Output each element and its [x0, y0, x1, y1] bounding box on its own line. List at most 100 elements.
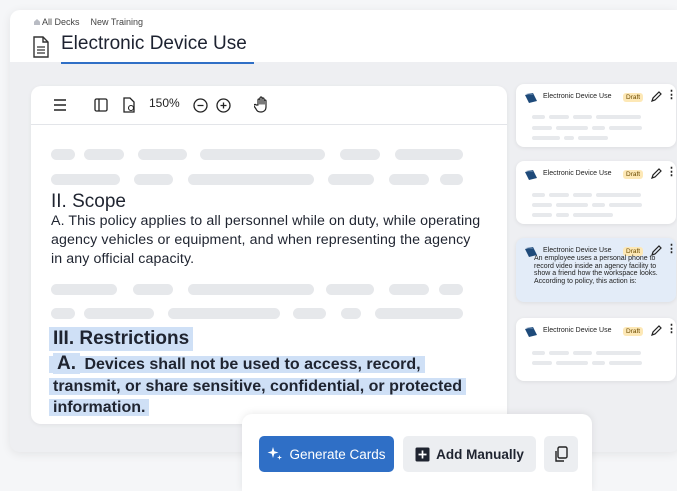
- skeleton-line: [573, 193, 592, 197]
- title-underline: [61, 62, 254, 64]
- skeleton-line: [532, 136, 560, 140]
- generate-cards-label: Generate Cards: [289, 446, 386, 462]
- skeleton-line: [532, 361, 552, 365]
- skeleton-line: [556, 203, 588, 207]
- copy-button[interactable]: [544, 436, 578, 472]
- pencil-icon[interactable]: [650, 168, 662, 180]
- draft-badge: Draft: [623, 93, 644, 102]
- zoom-in-icon[interactable]: [214, 95, 232, 115]
- breadcrumb: All Decks New Training: [34, 17, 143, 27]
- skeleton-line: [592, 203, 605, 207]
- deck-icon: [525, 327, 537, 337]
- restriction-letter: A.: [53, 353, 80, 374]
- skeleton-line: [340, 149, 380, 160]
- skeleton-line: [389, 174, 429, 185]
- add-manually-button[interactable]: Add Manually: [403, 436, 536, 472]
- skeleton-line: [564, 136, 574, 140]
- pencil-icon[interactable]: [650, 91, 662, 103]
- skeleton-line: [549, 351, 569, 355]
- skeleton-line: [592, 361, 605, 365]
- skeleton-line: [532, 115, 545, 119]
- skeleton-line: [134, 174, 173, 185]
- skeleton-line: [609, 361, 642, 365]
- generate-cards-button[interactable]: Generate Cards: [259, 436, 394, 472]
- document-icon: [33, 36, 49, 58]
- skeleton-line: [375, 308, 463, 319]
- skeleton-line: [592, 126, 605, 130]
- skeleton-line: [532, 126, 552, 130]
- add-manually-label: Add Manually: [436, 446, 524, 462]
- skeleton-line: [573, 115, 592, 119]
- card-item[interactable]: Electronic Device Use Draft ⋮: [516, 84, 677, 147]
- skeleton-line: [168, 308, 280, 319]
- copy-icon: [555, 445, 568, 462]
- deck-icon: [525, 170, 537, 180]
- more-vertical-icon[interactable]: ⋮: [666, 90, 677, 101]
- skeleton-line: [84, 149, 124, 160]
- skeleton-line: [51, 284, 117, 295]
- skeleton-line: [440, 174, 463, 185]
- skeleton-line: [573, 213, 613, 217]
- card-preview-text: An employee uses a personal phone to rec…: [534, 255, 658, 285]
- zoom-level: 150%: [149, 96, 180, 110]
- card-title: Electronic Device Use: [543, 170, 612, 177]
- draft-badge: Draft: [623, 170, 644, 179]
- skeleton-line: [532, 213, 552, 217]
- skeleton-line: [549, 193, 569, 197]
- skeleton-line: [133, 284, 173, 295]
- breadcrumb-item-new-training[interactable]: New Training: [91, 17, 144, 27]
- zoom-out-icon[interactable]: [191, 95, 209, 115]
- restrictions-heading: III. Restrictions: [49, 327, 194, 351]
- card-item-active[interactable]: Electronic Device Use Draft ⋮ An employe…: [516, 238, 677, 302]
- card-title: Electronic Device Use: [543, 247, 612, 254]
- action-bar: Generate Cards Add Manually: [242, 414, 592, 491]
- skeleton-line: [573, 351, 592, 355]
- more-vertical-icon[interactable]: ⋮: [666, 167, 677, 178]
- restriction-text: Devices shall not be used to access, rec…: [53, 356, 462, 416]
- skeleton-line: [188, 174, 314, 185]
- menu-icon[interactable]: [51, 95, 69, 115]
- skeleton-line: [556, 126, 588, 130]
- skeleton-line: [439, 284, 463, 295]
- breadcrumb-item-all-decks[interactable]: All Decks: [34, 17, 80, 27]
- skeleton-line: [84, 308, 154, 319]
- card-item[interactable]: Electronic Device Use Draft ⋮: [516, 318, 677, 381]
- skeleton-line: [395, 149, 463, 160]
- skeleton-line: [596, 115, 641, 119]
- skeleton-line: [578, 136, 608, 140]
- skeleton-line: [328, 174, 374, 185]
- skeleton-line: [532, 193, 545, 197]
- more-vertical-icon[interactable]: ⋮: [666, 244, 677, 255]
- skeleton-line: [51, 149, 75, 160]
- card-item[interactable]: Electronic Device Use Draft ⋮: [516, 161, 677, 224]
- more-vertical-icon[interactable]: ⋮: [666, 324, 677, 335]
- restriction-paragraph-selected[interactable]: A. Devices shall not be used to access, …: [49, 353, 469, 419]
- hand-pan-icon[interactable]: [252, 95, 272, 115]
- page-title: Electronic Device Use: [61, 33, 247, 54]
- skeleton-line: [609, 203, 642, 207]
- page-settings-icon[interactable]: [120, 95, 138, 115]
- draft-badge: Draft: [623, 327, 644, 336]
- skeleton-line: [51, 174, 120, 185]
- skeleton-line: [188, 284, 314, 295]
- skeleton-line: [51, 308, 75, 319]
- sidebar-panel-icon[interactable]: [92, 95, 110, 115]
- editor-toolbar: 150%: [31, 86, 507, 125]
- sparkle-icon: [267, 447, 283, 460]
- skeleton-line: [532, 351, 545, 355]
- skeleton-line: [532, 203, 552, 207]
- skeleton-line: [200, 149, 325, 160]
- skeleton-line: [556, 361, 588, 365]
- scope-paragraph: A. This policy applies to all personnel …: [51, 213, 481, 267]
- scope-heading: II. Scope: [51, 191, 126, 212]
- document-editor: 150% II. Scope A. This policy applies to…: [31, 86, 507, 424]
- plus-square-icon: [415, 447, 430, 461]
- skeleton-line: [341, 308, 361, 319]
- skeleton-line: [326, 284, 374, 295]
- deck-icon: [525, 93, 537, 103]
- card-title: Electronic Device Use: [543, 93, 612, 100]
- pencil-icon[interactable]: [650, 325, 662, 337]
- skeleton-line: [389, 284, 429, 295]
- skeleton-line: [549, 115, 569, 119]
- card-title: Electronic Device Use: [543, 327, 612, 334]
